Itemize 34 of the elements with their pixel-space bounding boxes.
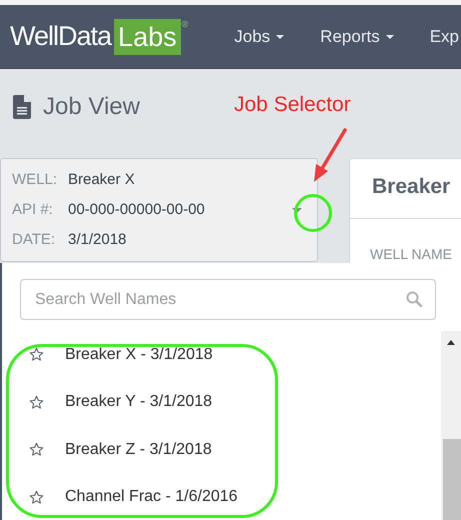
field-label: WELL NAME bbox=[369, 245, 453, 262]
field-label: WELL: bbox=[12, 170, 58, 190]
star-icon[interactable] bbox=[29, 490, 44, 505]
field-label: API #: bbox=[12, 200, 54, 220]
nav-menu[interactable]: Exp bbox=[430, 26, 459, 46]
nav-menu[interactable]: Reports bbox=[320, 26, 394, 46]
job-selector[interactable]: WELL: Breaker X API #: 00-000-00000-00-00 DATE: 3/1/2018 bbox=[0, 158, 318, 262]
star-icon[interactable] bbox=[29, 442, 44, 458]
search-field[interactable]: Search Well Names bbox=[20, 279, 436, 320]
highlight-circle bbox=[294, 194, 332, 232]
star-icon[interactable] bbox=[29, 394, 44, 410]
logo[interactable]: WellData Labs ® bbox=[10, 18, 188, 54]
caret-icon bbox=[386, 34, 394, 38]
caret-icon bbox=[276, 34, 284, 38]
well-item[interactable]: Channel Frac - 1/6/2016 bbox=[65, 488, 238, 506]
annotation-arrow bbox=[312, 128, 348, 184]
well-item[interactable]: Breaker Z - 3/1/2018 bbox=[65, 440, 212, 459]
document-icon bbox=[13, 94, 31, 118]
well-item[interactable]: Breaker Y - 3/1/2018 bbox=[65, 393, 212, 412]
field-value: Breaker X bbox=[68, 170, 135, 190]
well-item[interactable]: Breaker X - 3/1/2018 bbox=[65, 346, 213, 364]
field-value: 00-000-00000-00-00 bbox=[68, 200, 205, 220]
scrollbar-thumb[interactable] bbox=[443, 439, 461, 520]
search-icon bbox=[406, 291, 422, 307]
nav-menu[interactable]: Jobs bbox=[234, 26, 284, 46]
scrollbar[interactable] bbox=[441, 331, 461, 520]
scroll-up-icon[interactable] bbox=[447, 340, 455, 345]
star-icon[interactable] bbox=[29, 347, 44, 362]
panel-title: Breaker bbox=[350, 159, 461, 219]
field-value: 3/1/2018 bbox=[68, 230, 126, 250]
annotation-label: Job Selector bbox=[234, 93, 351, 117]
field-label: DATE: bbox=[12, 230, 56, 250]
caret-icon bbox=[292, 208, 302, 212]
page-title: Job View bbox=[43, 92, 140, 120]
